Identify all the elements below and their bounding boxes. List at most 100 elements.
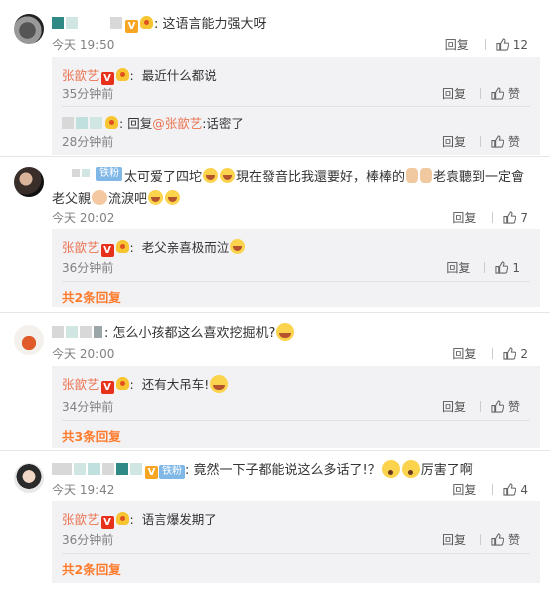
reply-button[interactable]: 回复: [442, 398, 466, 415]
reply-time: 36分钟前: [62, 261, 114, 275]
comment-text: 怎么小孩都这么喜欢挖掘机?: [112, 326, 276, 341]
divider: [479, 534, 481, 545]
reply-username[interactable]: 张歆艺: [62, 512, 100, 527]
fan-badge: 铁粉: [159, 465, 185, 479]
laugh-emoji-icon: [276, 323, 295, 341]
divider: [479, 88, 481, 99]
reply-time: 34分钟前: [62, 400, 114, 414]
comment-actions: 回复 4: [452, 481, 528, 498]
thumbs-up-icon[interactable]: [491, 400, 504, 413]
reply-actions: 回复 赞: [442, 398, 520, 415]
divider: [484, 39, 486, 50]
blurred-username: [62, 117, 74, 129]
blurred-username: [80, 326, 92, 338]
vip-crown-icon: [115, 240, 129, 253]
divider: [492, 484, 494, 495]
shocked-emoji-icon: [381, 460, 400, 478]
blurred-username: [90, 117, 102, 129]
avatar[interactable]: [14, 14, 44, 44]
like-label[interactable]: 赞: [508, 87, 520, 101]
reply-text: 老父亲喜极而泣: [141, 240, 230, 255]
comment-item: 铁粉 太可爱了四坨 現在發音比我還要好，棒棒的 老袁聽到一定會老父親 流淚吧 今天 2…: [0, 157, 550, 307]
reply-button[interactable]: 回复: [442, 85, 466, 102]
thumbs-emoji-icon: [420, 168, 433, 183]
reply-username[interactable]: 张歆艺: [62, 68, 100, 83]
blurred-username: [52, 463, 72, 475]
comment-text: 这语言能力强大呀: [162, 17, 267, 32]
blurred-username: [52, 326, 64, 338]
comment-text: 厉害了啊: [420, 463, 473, 478]
like-count: 7: [520, 211, 528, 225]
more-replies-link[interactable]: 共3条回复: [62, 426, 121, 445]
laugh-emoji-icon: [148, 190, 164, 205]
thumbs-up-icon[interactable]: [495, 261, 509, 274]
reply-actions: 回复 赞: [442, 531, 520, 548]
like-label[interactable]: 赞: [508, 135, 520, 149]
comment-line: 太可爱了四坨 現在發音比我還要好，棒棒的 老袁聽到一定會老父親 流淚吧: [52, 167, 532, 211]
reply-text: 最近什么都说: [141, 68, 217, 83]
reply-actions: 回复 1: [446, 259, 520, 276]
thumbs-up-icon[interactable]: [503, 347, 517, 360]
divider: [484, 262, 486, 273]
nested-reply-prefix: 回复: [127, 116, 153, 131]
v-badge-icon: V: [145, 466, 158, 479]
thumbs-up-icon[interactable]: [503, 483, 517, 496]
v-badge-icon: V: [100, 381, 114, 394]
nested-reply-divider: [62, 106, 530, 107]
comment-line: V: 这语言能力强大呀: [52, 13, 267, 33]
reply-username[interactable]: 张歆艺: [62, 240, 100, 255]
avatar[interactable]: [14, 325, 44, 355]
like-label[interactable]: 赞: [508, 533, 520, 547]
reply-button[interactable]: 回复: [445, 36, 469, 53]
reply-button[interactable]: 回复: [452, 481, 476, 498]
comment-actions: 回复 2: [452, 345, 528, 362]
vip-crown-icon: [115, 68, 129, 81]
comment-line: V 铁粉: 竟然一下子都能说这么多话了!？ 厉害了啊: [52, 459, 473, 479]
thumbs-up-icon[interactable]: [491, 533, 504, 546]
reply-button[interactable]: 回复: [442, 531, 466, 548]
thumbs-up-icon[interactable]: [503, 211, 517, 224]
divider: [479, 136, 481, 147]
like-count: 2: [520, 347, 528, 361]
comment-actions: 回复 7: [452, 209, 528, 226]
more-replies-link[interactable]: 共2条回复: [62, 559, 121, 578]
avatar[interactable]: [14, 463, 44, 493]
reply-button[interactable]: 回复: [452, 345, 476, 362]
v-badge-icon: V: [100, 72, 114, 85]
reply-line: 张歆艺 V: 还有大吊车!: [62, 374, 229, 394]
comment-text: 吧: [134, 192, 148, 207]
mention-link[interactable]: @张歆艺: [152, 116, 202, 131]
more-replies-link[interactable]: 共2条回复: [62, 287, 121, 306]
laugh-emoji-icon: [203, 168, 219, 183]
comment-time: 今天 20:02: [52, 211, 115, 225]
blurred-username: [130, 463, 142, 475]
comment-text: 現在發音比我還要好，棒棒的: [236, 170, 406, 185]
reply-actions: 回复 赞: [442, 85, 520, 102]
comment-text: 太可爱了四坨: [124, 170, 203, 185]
like-label[interactable]: 赞: [508, 400, 520, 414]
reply-button[interactable]: 回复: [446, 259, 470, 276]
blurred-username: [88, 463, 100, 475]
blurred-username: [116, 463, 128, 475]
reply-line: 张歆艺 V: 最近什么都说: [62, 68, 217, 85]
shocked-emoji-icon: [401, 460, 420, 478]
laugh-emoji-icon: [210, 375, 229, 393]
reply-button[interactable]: 回复: [442, 133, 466, 150]
thumbs-up-icon[interactable]: [491, 135, 504, 148]
nested-reply-line: : 回复@张歆艺:话密了: [62, 113, 244, 132]
reply-time: 35分钟前: [62, 87, 114, 101]
blurred-username: [66, 17, 78, 29]
reply-username[interactable]: 张歆艺: [62, 377, 100, 392]
thumbs-up-icon[interactable]: [491, 87, 504, 100]
reply-time: 36分钟前: [62, 533, 114, 547]
avatar[interactable]: [14, 167, 44, 197]
v-badge-icon: V: [125, 20, 138, 33]
thumbs-up-icon[interactable]: [496, 38, 509, 51]
vip-crown-icon: [105, 116, 118, 129]
thumbs-emoji-icon: [406, 168, 419, 183]
like-count: 4: [520, 483, 528, 497]
reply-button[interactable]: 回复: [452, 209, 476, 226]
reply-line: 张歆艺 V: 老父亲喜极而泣: [62, 237, 246, 257]
reply-box: 张歆艺 V: 最近什么都说 35分钟前 回复赞 : 回复@张歆艺:话密了 28分钟…: [52, 57, 540, 155]
nested-reply-actions: 回复 赞: [442, 133, 520, 150]
